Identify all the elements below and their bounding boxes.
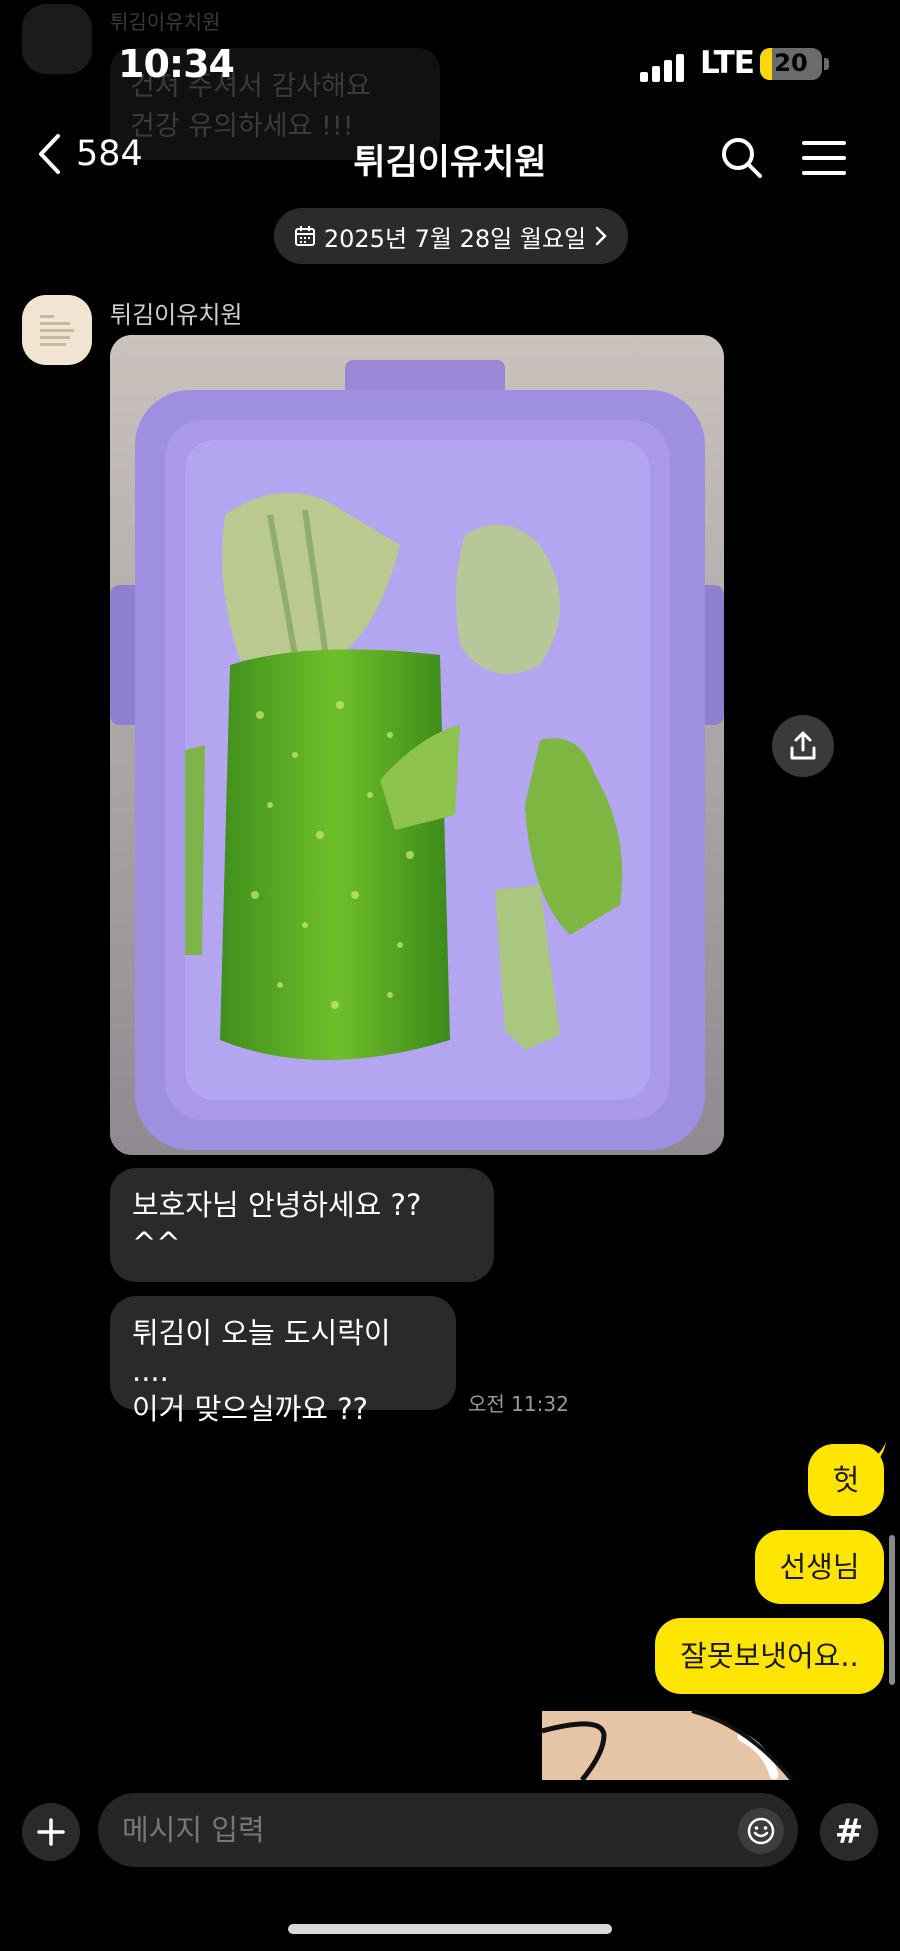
sender-avatar[interactable] [22, 295, 92, 365]
bubble-tail [868, 1442, 886, 1462]
chat-title: 튀김이유치원 [353, 143, 547, 183]
home-indicator[interactable] [288, 1924, 612, 1934]
battery-level: 20 [774, 49, 808, 77]
signal-icon [640, 52, 686, 82]
outgoing-message-3[interactable]: 잘못보냇어요.. [655, 1618, 884, 1694]
outgoing-message-2[interactable]: 선생님 [755, 1530, 884, 1604]
chevron-right-icon [595, 226, 607, 246]
attach-button[interactable] [22, 1803, 80, 1861]
message-text: 보호자님 안녕하세요 ?? ^^ [132, 1188, 422, 1260]
network-label: LTE [700, 45, 755, 81]
sticker-image[interactable] [542, 1705, 794, 1780]
sender-name: 튀김이유치원 [110, 301, 243, 329]
incoming-message-2[interactable]: 튀김이 오늘 도시락이 .... 이거 맞으실까요 ?? [110, 1296, 456, 1426]
hashtag-button[interactable]: # [820, 1803, 878, 1861]
lunchbox-image [110, 335, 724, 1155]
message-text-line1: 튀김이 오늘 도시락이 .... [132, 1316, 391, 1388]
lunchbox-photo[interactable] [110, 335, 724, 1155]
status-time: 10:34 [118, 42, 235, 86]
emoji-icon [747, 1817, 775, 1845]
ghost-notification-name: 튀김이유치원 [110, 10, 221, 34]
message-text-line2: 이거 맞으실까요 ?? [132, 1392, 368, 1426]
share-icon [790, 731, 816, 760]
date-pill[interactable]: 2025년 7월 28일 월요일 [274, 208, 628, 264]
battery-tip [824, 58, 829, 70]
message-time: 오전 11:32 [468, 1392, 569, 1416]
battery-icon: 20 [760, 48, 822, 80]
date-label: 2025년 7월 28일 월요일 [323, 224, 587, 253]
incoming-message-1[interactable]: 보호자님 안녕하세요 ?? ^^ [110, 1168, 494, 1282]
plus-icon [37, 1818, 65, 1846]
emoji-button[interactable] [738, 1808, 784, 1854]
sticker-drawing [542, 1705, 794, 1780]
calendar-icon [294, 226, 315, 246]
message-input[interactable] [98, 1793, 798, 1867]
message-text: 선생님 [779, 1550, 860, 1584]
message-text: 헛 [832, 1463, 860, 1497]
menu-icon[interactable] [800, 138, 848, 178]
ghost-notification-avatar [22, 4, 92, 74]
share-button[interactable] [772, 715, 834, 777]
search-icon[interactable] [720, 136, 764, 180]
message-text: 잘못보냇어요.. [680, 1639, 859, 1673]
scrollbar[interactable] [889, 1535, 895, 1685]
